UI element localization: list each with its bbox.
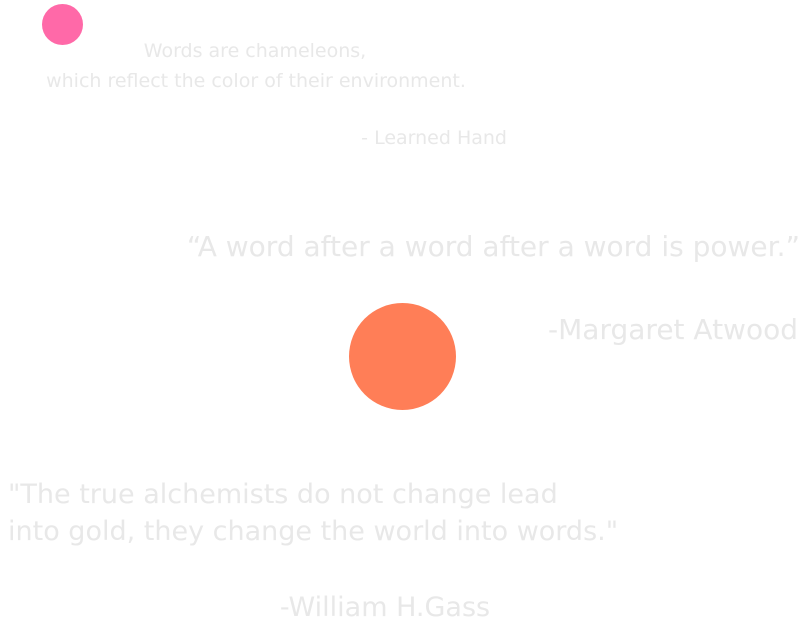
quote-1-author: - Learned Hand: [361, 127, 507, 149]
quote-1-line-2: which reflect the color of their environ…: [46, 70, 466, 92]
pink-dot: [42, 4, 83, 45]
quote-3-line-2: into gold, they change the world into wo…: [8, 516, 619, 547]
quote-3-line-1: "The true alchemists do not change lead: [8, 479, 558, 510]
quote-1-line-1: Words are chameleons,: [143, 40, 367, 62]
quote-2-text: “A word after a word after a word is pow…: [186, 230, 800, 263]
orange-dot: [349, 303, 456, 410]
quote-2-author: -Margaret Atwood: [548, 313, 798, 346]
quote-3-author: -William H.Gass: [279, 592, 491, 621]
